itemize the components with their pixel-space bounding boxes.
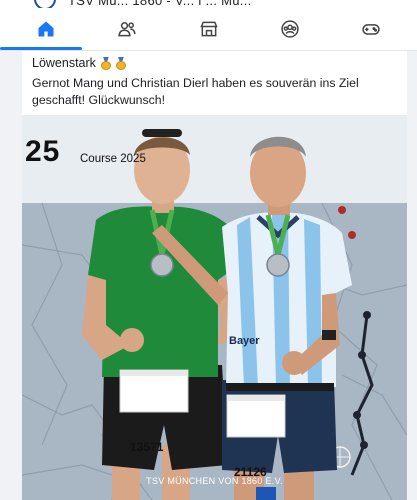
photo-illustration [22, 115, 407, 500]
home-icon [38, 21, 54, 37]
post-photo[interactable]: 25 Course 2025 13571 21126 Bayer TSV MÜN… [22, 115, 407, 500]
photo-course-label: Course 2025 [80, 153, 146, 165]
medal-emoji-icon [115, 56, 126, 70]
feed-post: Löwenstark Gernot Mang und Christian Die… [22, 51, 407, 500]
gaming-controller-icon [362, 24, 380, 35]
facebook-mobile-screen: TSV Mü... 1860 - V... i ... Mü... Löwens… [0, 0, 417, 500]
shirt-sponsor-text: Bayer [229, 335, 260, 347]
post-text: Gernot Mang und Christian Dierl haben es… [32, 76, 359, 107]
nav-tab-home[interactable] [0, 8, 82, 50]
nav-tab-gaming[interactable] [335, 8, 407, 50]
nav-tab-friends[interactable] [91, 8, 163, 50]
feed: Löwenstark Gernot Mang und Christian Die… [0, 51, 417, 500]
photo-caption: TSV MÜNCHEN VON 1860 E.V. [146, 476, 283, 486]
nav-tab-groups[interactable] [254, 8, 326, 50]
marketplace-icon [199, 21, 218, 37]
photo-race-number: 25 [25, 135, 61, 168]
medal-emoji-icon [100, 56, 111, 70]
nav-tab-marketplace[interactable] [173, 8, 245, 50]
top-navigation [0, 8, 417, 50]
post-title: Löwenstark [32, 56, 96, 70]
post-title-line: Löwenstark [32, 56, 126, 70]
groups-icon [281, 20, 299, 38]
header-peek-text: TSV Mü... 1860 - V... i ... Mü... [68, 0, 252, 8]
friends-icon [118, 22, 136, 37]
bib-left-number: 13571 [130, 440, 164, 454]
